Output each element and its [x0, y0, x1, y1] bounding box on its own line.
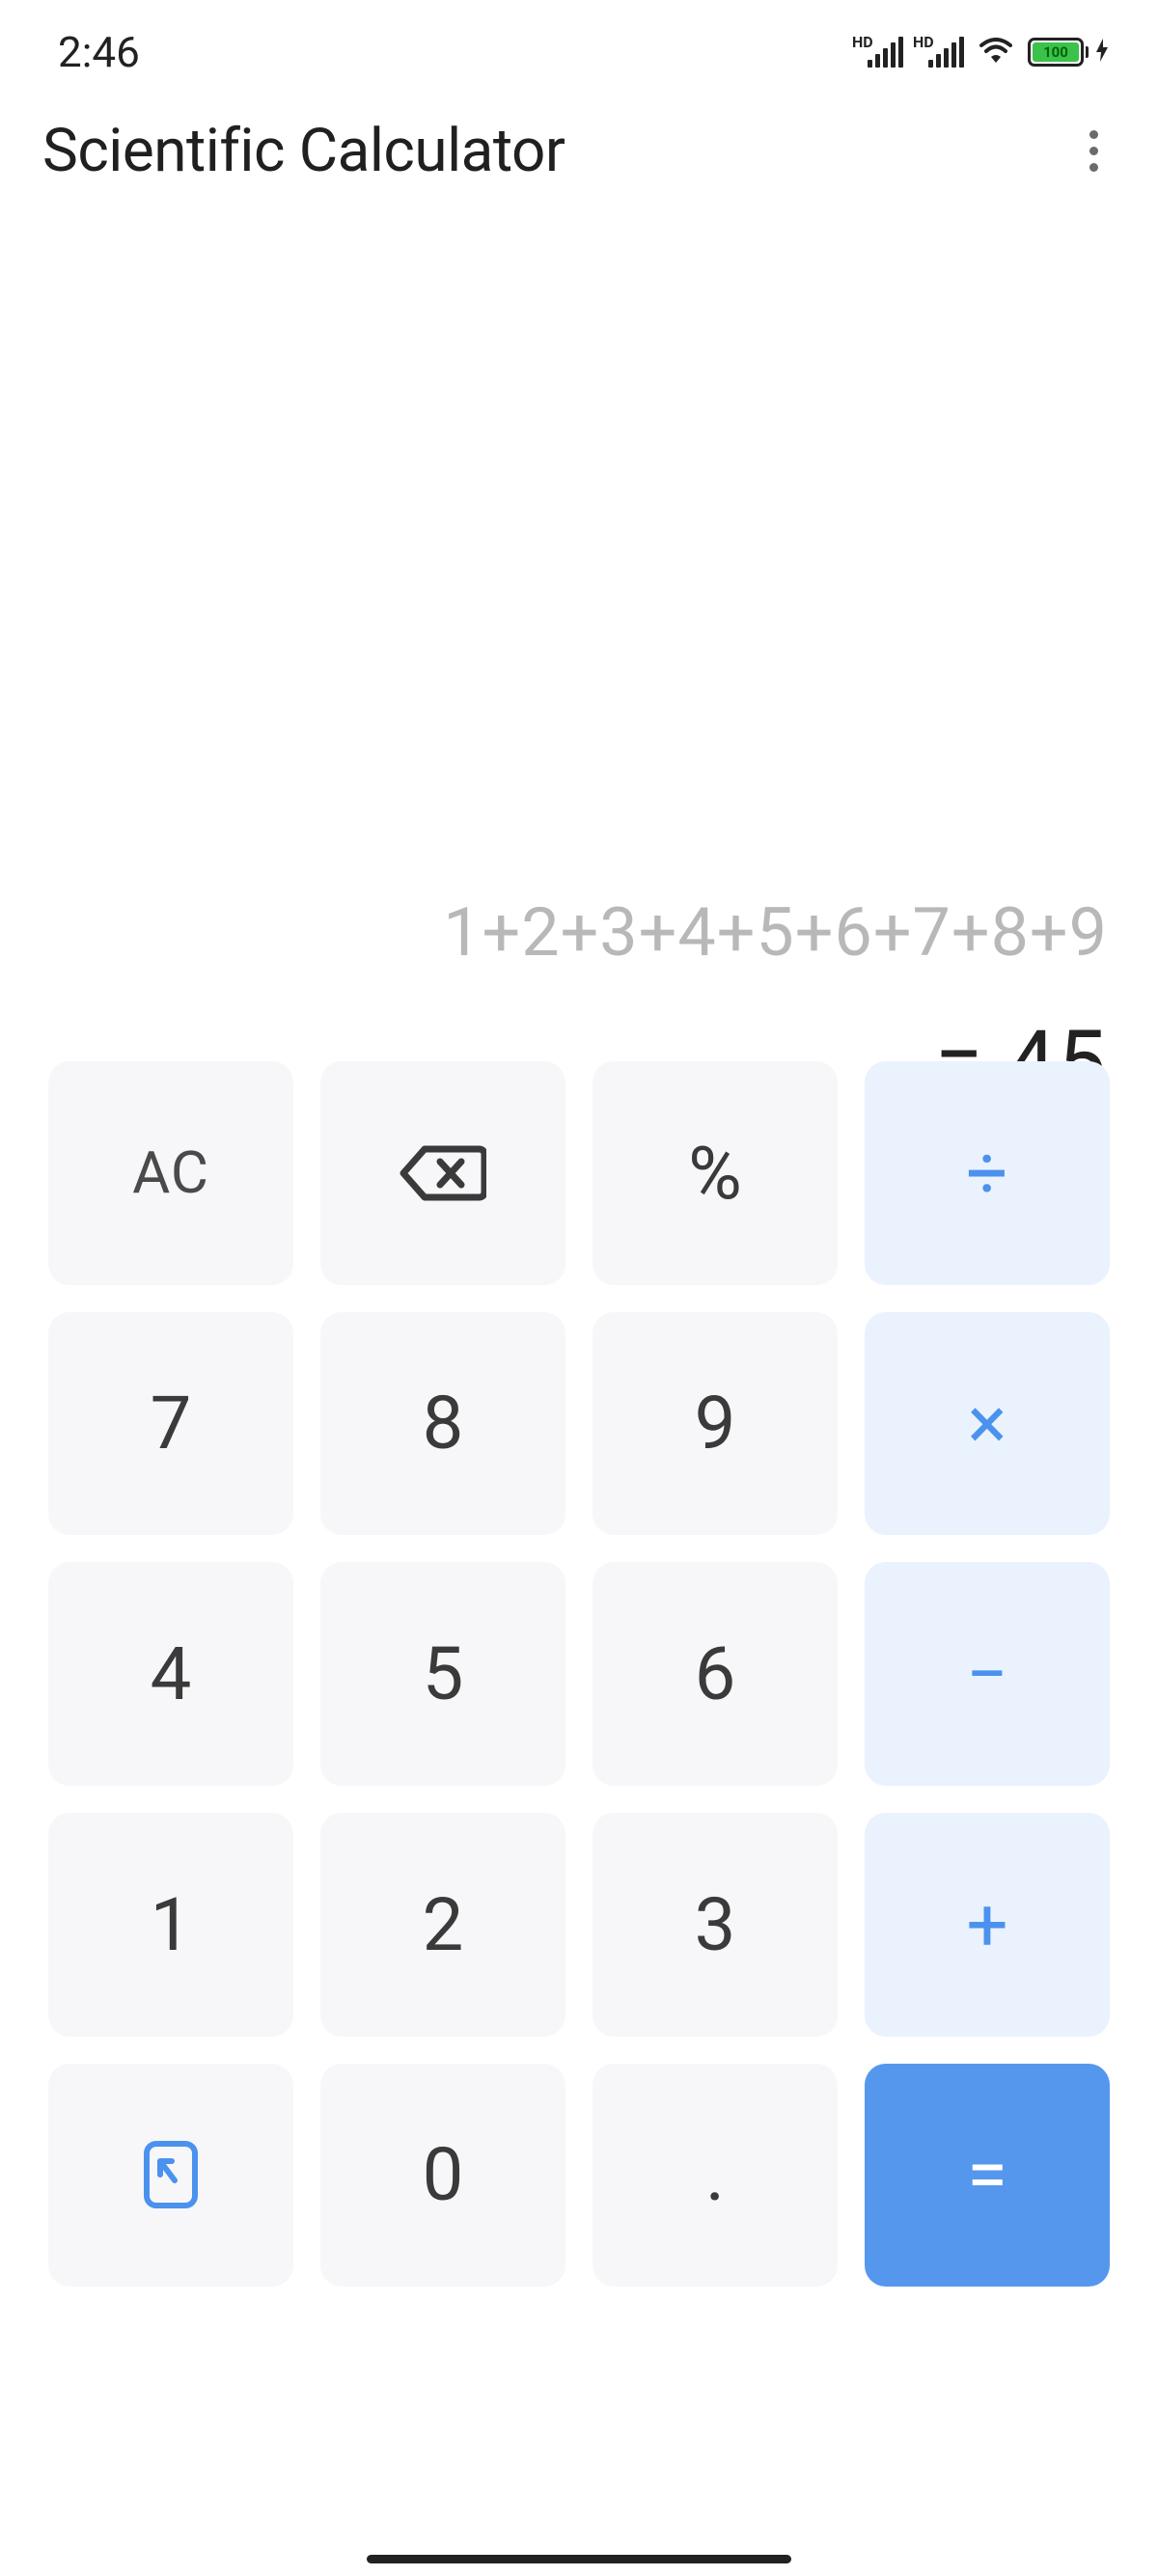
key-percent[interactable]: % — [593, 1061, 838, 1285]
key-5[interactable]: 5 — [320, 1562, 565, 1786]
key-7[interactable]: 7 — [48, 1312, 293, 1536]
key-minus[interactable]: − — [865, 1562, 1110, 1786]
key-divide[interactable]: ÷ — [865, 1061, 1110, 1285]
signal-2-icon: HD — [917, 37, 964, 68]
key-equals[interactable]: = — [865, 2064, 1110, 2288]
keypad: AC % ÷ 7 8 9 × 4 5 6 − 1 2 3 + 0 . = — [0, 1061, 1158, 2537]
key-expand[interactable] — [48, 2064, 293, 2288]
wifi-icon — [978, 38, 1014, 67]
status-time: 2:46 — [58, 27, 140, 77]
battery-icon: 100 — [1028, 37, 1110, 68]
key-multiply[interactable]: × — [865, 1312, 1110, 1536]
more-options-button[interactable] — [1080, 121, 1108, 181]
key-9[interactable]: 9 — [593, 1312, 838, 1536]
status-icons: HD HD — [856, 37, 1110, 68]
app-header: Scientific Calculator — [0, 87, 1158, 206]
signal-1-icon: HD — [856, 37, 903, 68]
key-6[interactable]: 6 — [593, 1562, 838, 1786]
key-4[interactable]: 4 — [48, 1562, 293, 1786]
key-decimal[interactable]: . — [593, 2064, 838, 2288]
status-bar: 2:46 HD HD — [0, 0, 1158, 87]
key-0[interactable]: 0 — [320, 2064, 565, 2288]
charging-bolt-icon — [1094, 37, 1110, 68]
expand-icon — [141, 2138, 201, 2211]
backspace-icon — [400, 1143, 486, 1203]
key-3[interactable]: 3 — [593, 1813, 838, 2037]
expression-text: 1+2+3+4+5+6+7+8+9 — [50, 893, 1108, 973]
key-plus[interactable]: + — [865, 1813, 1110, 2037]
key-ac[interactable]: AC — [48, 1061, 293, 1285]
key-backspace[interactable] — [320, 1061, 565, 1285]
home-indicator[interactable] — [367, 2555, 791, 2563]
key-8[interactable]: 8 — [320, 1312, 565, 1536]
key-2[interactable]: 2 — [320, 1813, 565, 2037]
page-title: Scientific Calculator — [42, 116, 565, 186]
key-1[interactable]: 1 — [48, 1813, 293, 2037]
